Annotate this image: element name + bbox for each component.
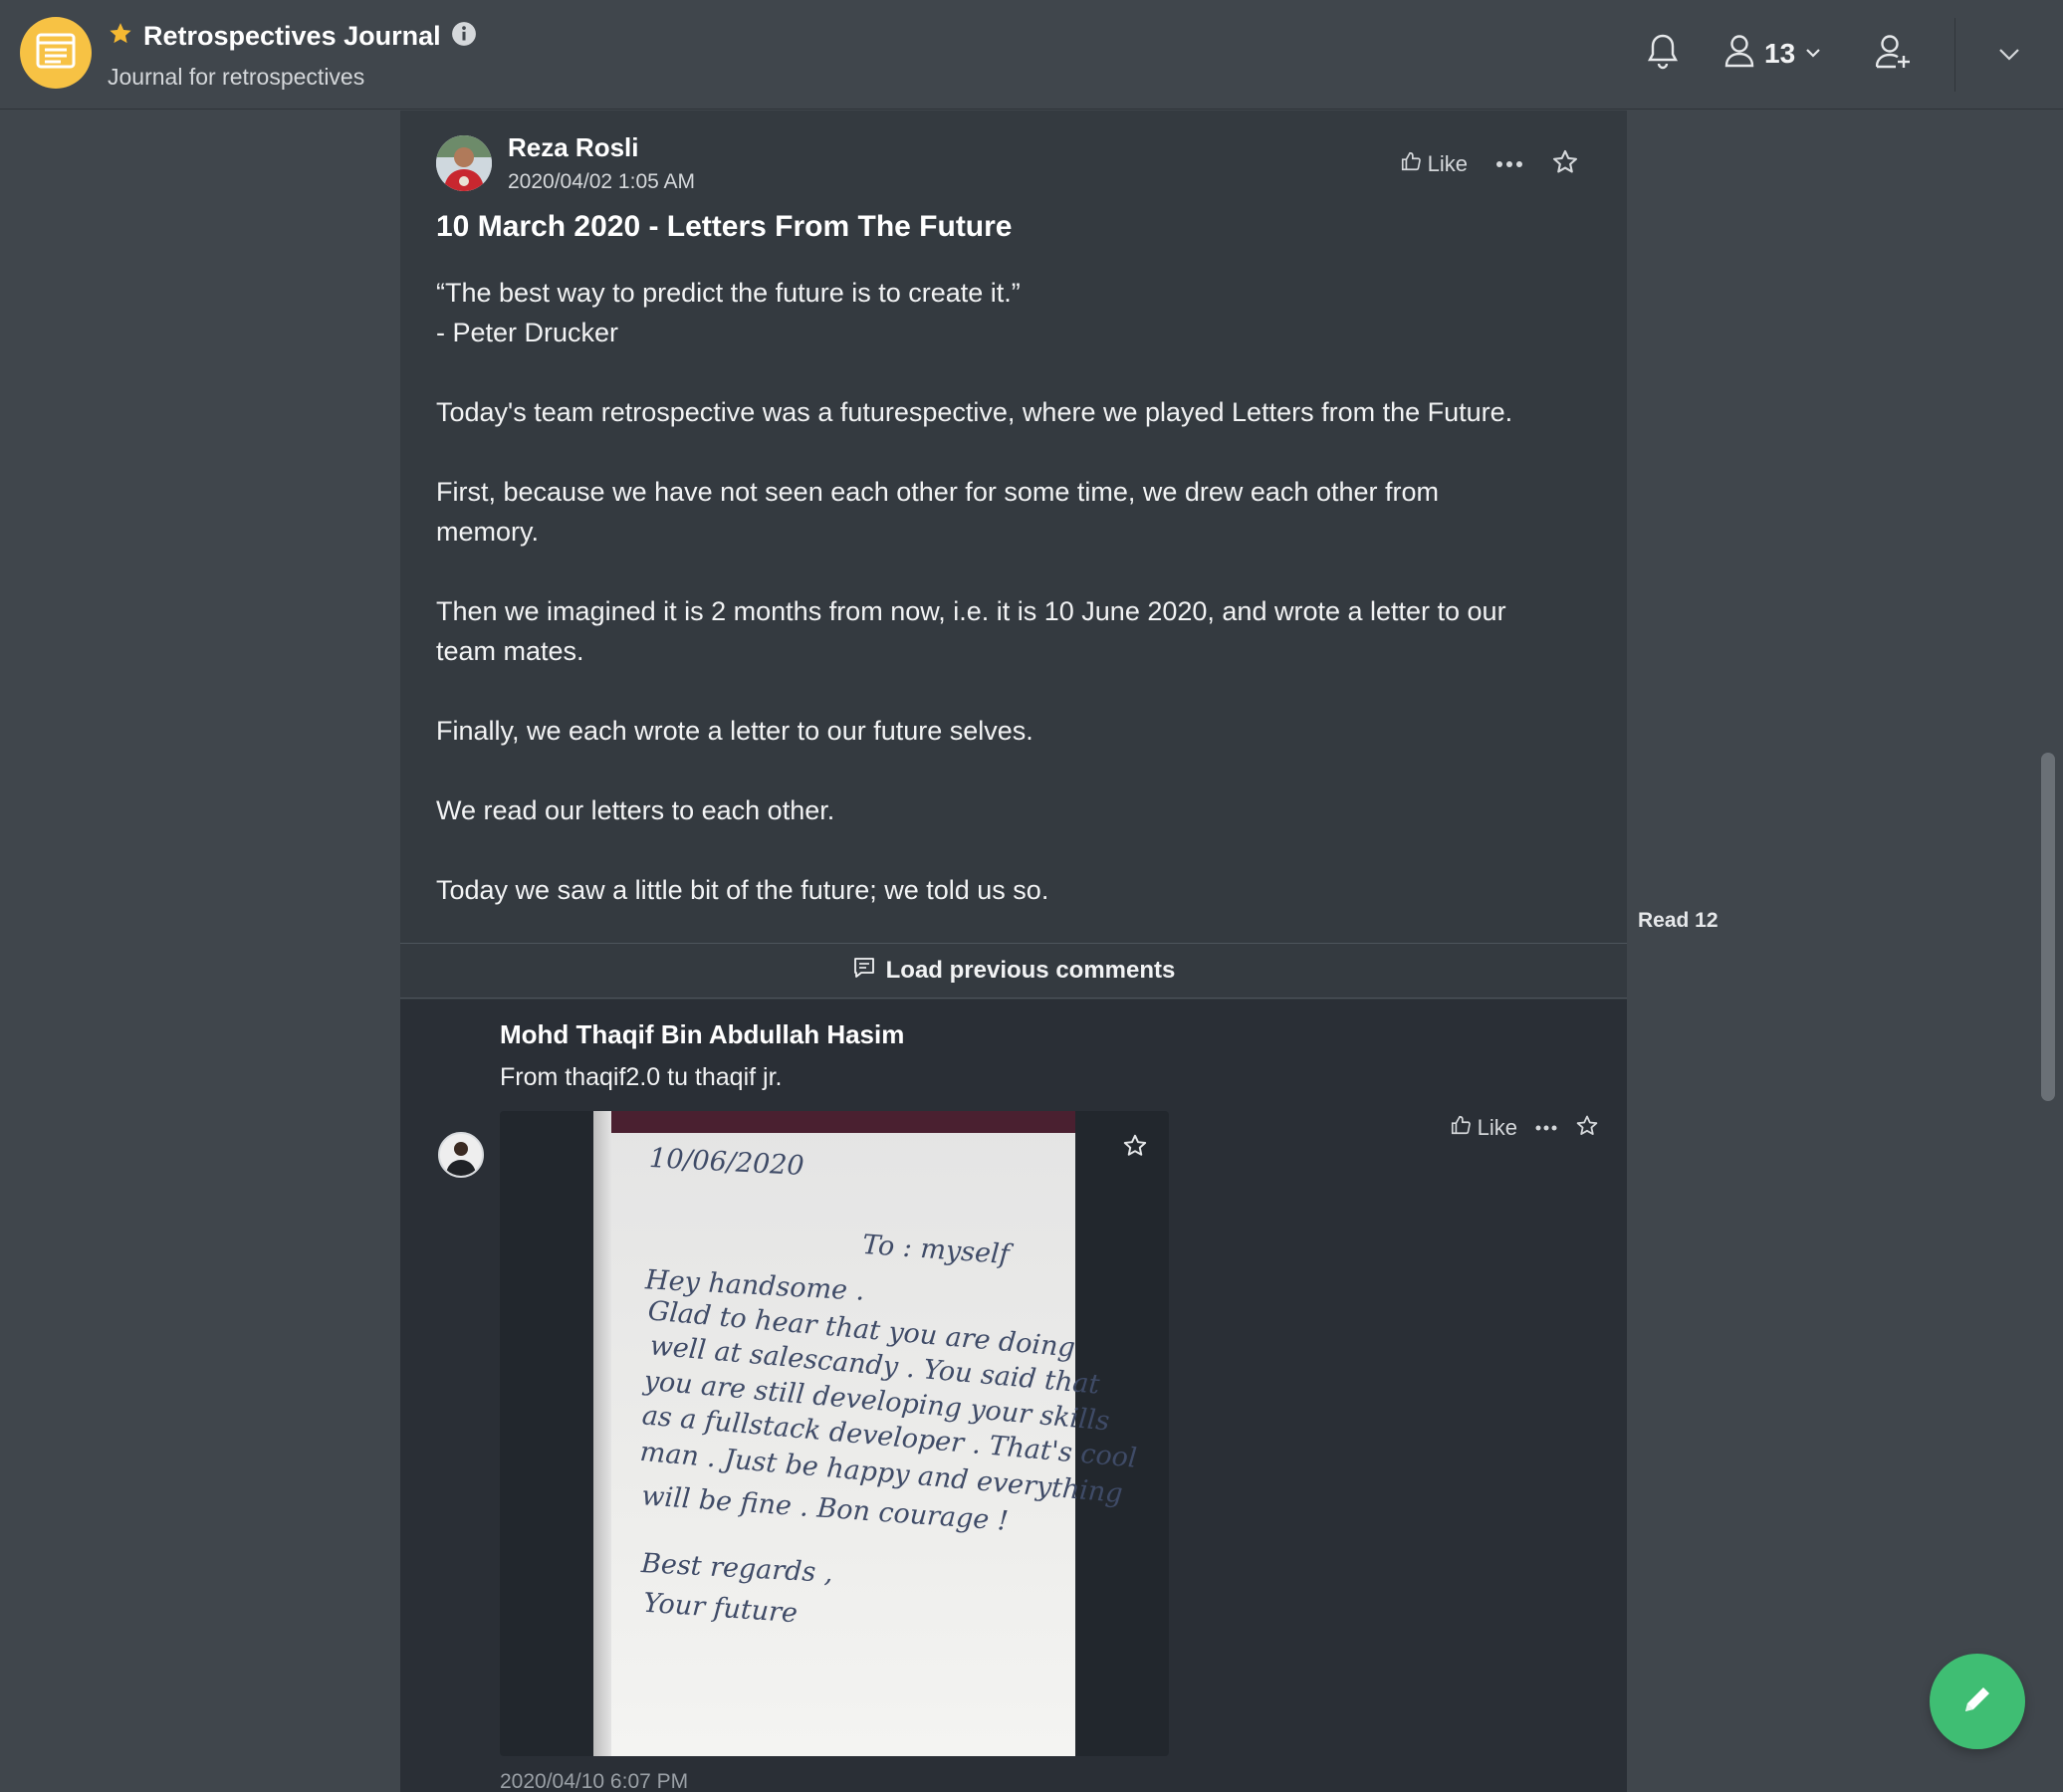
thumbs-up-icon	[1450, 1114, 1472, 1142]
handwriting-line: 10/06/2020	[648, 1142, 805, 1183]
comment-icon	[852, 956, 876, 987]
post-body-line: - Peter Drucker	[436, 318, 619, 347]
thumbs-up-icon	[1400, 150, 1422, 178]
like-button[interactable]: Like	[1400, 150, 1468, 178]
post-title: 10 March 2020 - Letters From The Future	[436, 210, 1013, 243]
photo-border	[593, 1111, 1075, 1133]
load-previous-label: Load previous comments	[885, 957, 1176, 984]
channel-subtitle: Journal for retrospectives	[108, 64, 365, 90]
more-options-icon[interactable]	[1495, 155, 1523, 173]
post-body-line: “The best way to predict the future is t…	[436, 278, 1021, 308]
chevron-down-icon	[1998, 48, 2020, 67]
handwriting-line: Your future	[642, 1587, 800, 1630]
handwriting-line: Best regards ,	[640, 1547, 834, 1590]
header-divider	[1954, 18, 1955, 92]
compose-button[interactable]	[1930, 1654, 2025, 1749]
comment-author[interactable]: Mohd Thaqif Bin Abdullah Hasim	[500, 1019, 904, 1050]
add-member-icon	[1875, 34, 1912, 75]
favorite-star-icon[interactable]	[108, 21, 133, 52]
channel-avatar[interactable]	[20, 17, 92, 89]
chevron-down-icon	[1805, 45, 1821, 63]
post-body: “The best way to predict the future is t…	[436, 273, 1601, 910]
member-count: 13	[1764, 37, 1796, 69]
scrollbar[interactable]	[2041, 753, 2055, 1101]
post-body-line: team mates.	[436, 636, 584, 666]
post-body-line: First, because we have not seen each oth…	[436, 477, 1439, 507]
members-icon	[1724, 34, 1754, 73]
attachment-star-icon[interactable]	[1122, 1133, 1148, 1164]
post-timestamp: 2020/04/02 1:05 AM	[508, 170, 695, 193]
comment-text: From thaqif2.0 tu thaqif jr.	[500, 1063, 783, 1091]
letter-photo: 10/06/2020 To : myself Hey handsome . Gl…	[593, 1111, 1138, 1756]
channel-header: Retrospectives Journal Journal for retro…	[0, 0, 2063, 110]
post-body-line: We read our letters to each other.	[436, 795, 835, 825]
read-count[interactable]: Read 12	[1638, 909, 1719, 933]
avatar[interactable]	[436, 135, 492, 191]
like-label: Like	[1477, 1115, 1517, 1140]
like-label: Like	[1427, 151, 1468, 176]
comment-timestamp: 2020/04/10 6:07 PM	[500, 1770, 689, 1792]
post-body-line: Then we imagined it is 2 months from now…	[436, 596, 1506, 626]
bookmark-star-icon[interactable]	[1551, 148, 1579, 181]
journal-icon	[36, 33, 76, 74]
handwriting-line: To : myself	[861, 1229, 1011, 1271]
pencil-icon	[1959, 1681, 1995, 1722]
like-button[interactable]: Like	[1450, 1114, 1517, 1142]
bookmark-star-icon[interactable]	[1575, 1114, 1599, 1143]
more-options-icon[interactable]	[1535, 1119, 1557, 1137]
channel-title[interactable]: Retrospectives Journal	[143, 21, 441, 52]
photo-spine	[593, 1111, 611, 1756]
comment-actions: Like	[1450, 1113, 1599, 1143]
image-attachment[interactable]: 10/06/2020 To : myself Hey handsome . Gl…	[500, 1111, 1169, 1756]
post-body-line: Today's team retrospective was a futures…	[436, 397, 1513, 427]
post-body-line: memory.	[436, 517, 540, 547]
channel-title-row: Retrospectives Journal	[108, 16, 477, 56]
members-dropdown[interactable]: 13	[1724, 34, 1821, 73]
info-icon[interactable]	[451, 21, 477, 52]
post-body-line: Today we saw a little bit of the future;…	[436, 875, 1049, 905]
add-member-button[interactable]	[1875, 34, 1912, 75]
avatar[interactable]	[438, 1132, 484, 1178]
journal-post: Reza Rosli 2020/04/02 1:05 AM Like 10 Ma…	[400, 111, 1627, 943]
bell-icon	[1647, 33, 1679, 76]
notifications-button[interactable]	[1647, 33, 1679, 76]
post-body-line: Finally, we each wrote a letter to our f…	[436, 716, 1033, 746]
post-author[interactable]: Reza Rosli	[508, 132, 639, 163]
post-actions: Like	[1400, 148, 1579, 180]
header-menu-toggle[interactable]	[1998, 48, 2020, 67]
load-previous-comments-button[interactable]: Load previous comments	[400, 943, 1627, 999]
